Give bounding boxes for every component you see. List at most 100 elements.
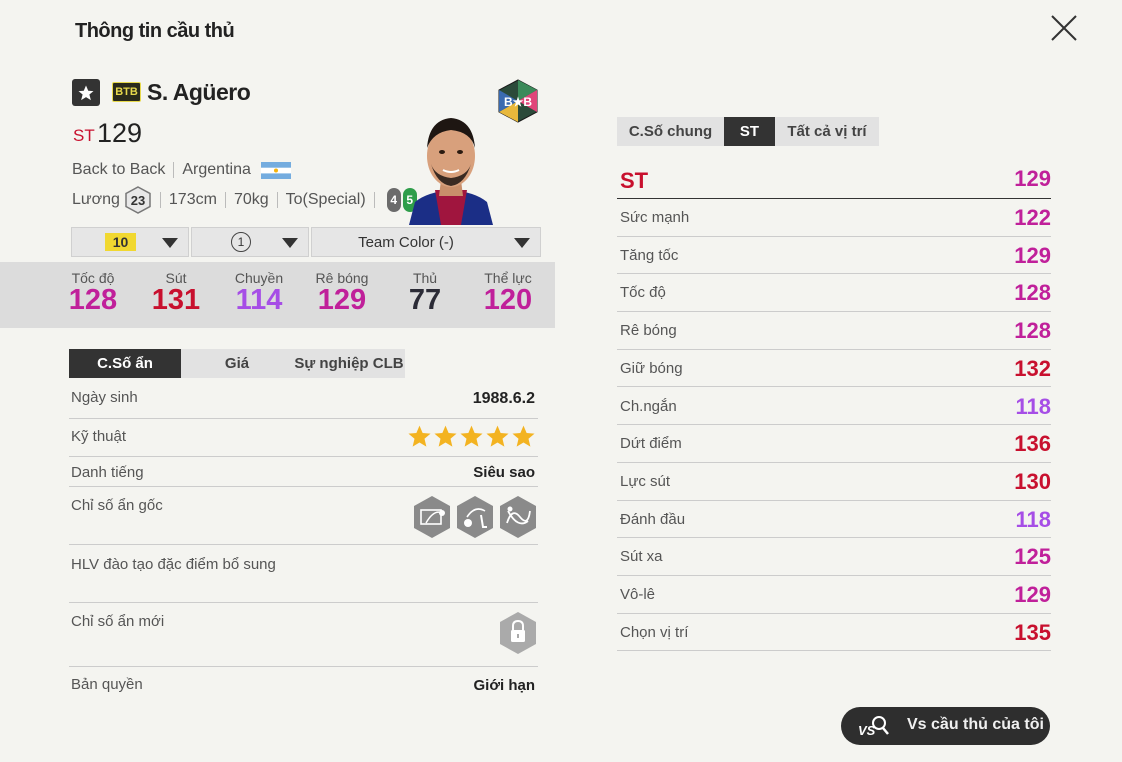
chevron-down-icon: [514, 238, 530, 248]
flair-passes-icon[interactable]: [498, 495, 538, 539]
position-stat-value: 129: [1014, 242, 1051, 268]
birth-value: 1988.6.2: [472, 390, 535, 407]
skill-star-icon: [512, 425, 535, 447]
position-stat-label: Sức mạnh: [620, 209, 690, 226]
outside-foot-shot-icon[interactable]: [455, 495, 495, 539]
position-stat-row: Tốc độ 128: [617, 274, 1051, 313]
position-stat-label: Giữ bóng: [620, 359, 683, 377]
position-stats-tabs: C.Số chung ST Tất cả vị trí: [617, 117, 879, 146]
info-tabs: C.Số ẩn Giá Sự nghiệp CLB: [69, 349, 405, 378]
position-stat-value: 129: [1014, 166, 1051, 191]
season-badge: BTB: [112, 82, 141, 102]
player-weight: 70kg: [233, 191, 269, 208]
license-label: Bản quyền: [71, 676, 143, 693]
salary-hex-icon: 23: [125, 186, 151, 214]
season-logo-text: B★B: [504, 95, 532, 109]
skill-stars: [407, 424, 536, 449]
new-traits-label: Chỉ số ẩn mới: [71, 613, 165, 630]
position-stat-value: 122: [1014, 205, 1051, 230]
position-stat-row: Đánh đầu 118: [617, 501, 1051, 539]
position-stat-label: Chọn vị trí: [620, 623, 689, 641]
position-stat-label: Lực sút: [620, 472, 671, 490]
body-type: To(Special): [285, 191, 366, 208]
position-rating-row: ST 129: [617, 160, 1051, 199]
close-icon[interactable]: [1048, 12, 1080, 44]
stat-dribbling: Rê bóng 129: [315, 270, 369, 316]
info-row-traits: Chỉ số ẩn gốc: [69, 487, 538, 545]
position-stat-value: 129: [1014, 582, 1051, 607]
info-row-license: Bản quyền Giới hạn: [69, 667, 538, 705]
stat-defending: Thủ 77: [408, 270, 442, 316]
position-stat-row: Tăng tốc 129: [617, 237, 1051, 275]
skill-star-icon: [434, 425, 457, 447]
position-stat-label: Ch.ngắn: [620, 397, 677, 415]
reputation-label: Danh tiếng: [71, 464, 144, 481]
player-position: ST: [73, 126, 95, 145]
vs-search-icon: VS: [858, 716, 889, 738]
position-stat-label: ST: [620, 168, 649, 193]
info-row-skill: Kỹ thuật: [69, 419, 538, 457]
position-stat-label: Tốc độ: [620, 284, 666, 302]
tab-position-st[interactable]: ST: [724, 117, 775, 146]
season-name: Back to Back: [72, 161, 166, 178]
info-row-birth: Ngày sinh 1988.6.2: [69, 380, 538, 419]
info-row-reputation: Danh tiếng Siêu sao: [69, 457, 538, 487]
salary-label: Lương: [72, 191, 120, 208]
chevron-down-icon: [282, 238, 298, 248]
position-stat-label: Sút xa: [620, 548, 663, 566]
salary-value: 23: [131, 193, 145, 208]
player-height: 173cm: [168, 191, 217, 208]
info-row-coach: HLV đào tạo đặc điểm bổ sung: [69, 545, 538, 603]
chip-shot-icon[interactable]: [412, 495, 452, 539]
position-stat-row: Ch.ngắn 118: [617, 388, 1051, 426]
position-stat-row: Sức mạnh 122: [617, 199, 1051, 237]
team-color-dropdown[interactable]: Team Color (-): [311, 227, 541, 257]
position-stat-row: Rê bóng 128: [617, 312, 1051, 350]
player-name: S. Agüero: [147, 79, 251, 105]
info-row-new-traits: Chỉ số ẩn mới: [69, 603, 538, 667]
position-stat-row: Chọn vị trí 135: [617, 614, 1051, 652]
position-stat-value: 118: [1015, 506, 1052, 532]
position-stat-value: 128: [1014, 318, 1051, 344]
skill-star-icon: [408, 425, 431, 447]
tab-club-career[interactable]: Sự nghiệp CLB: [293, 349, 405, 378]
skill-label: Kỹ thuật: [71, 428, 127, 445]
stat-physical: Thể lực 120: [483, 270, 533, 316]
argentina-flag-icon: [260, 161, 291, 179]
position-stat-value: 118: [1015, 393, 1052, 419]
position-stat-value: 135: [1014, 619, 1051, 645]
position-stat-label: Đánh đầu: [620, 510, 686, 528]
tab-general-stats[interactable]: C.Số chung: [617, 117, 724, 146]
compare-button[interactable]: VS Vs cầu thủ của tôi: [841, 707, 1050, 745]
tab-price[interactable]: Giá: [181, 349, 293, 378]
team-skill-value: 1: [231, 232, 251, 252]
stat-passing: Chuyền 114: [234, 270, 284, 316]
position-stat-value: 130: [1014, 468, 1051, 494]
tab-hidden-stats[interactable]: C.Số ẩn: [69, 349, 181, 378]
skill-star-icon: [486, 425, 509, 447]
chevron-down-icon: [162, 238, 178, 248]
position-stat-row: Sút xa 125: [617, 538, 1051, 576]
weak-foot-icon: 4: [386, 188, 401, 212]
stat-shooting: Sút 131: [151, 270, 201, 316]
position-stat-label: Rê bóng: [620, 322, 677, 340]
summary-stats-bar: Tốc độ 128 Sút 131 Chuyền 114 Rê bóng 129 Th…: [0, 262, 555, 328]
coach-label: HLV đào tạo đặc điểm bổ sung: [71, 556, 276, 573]
birth-label: Ngày sinh: [71, 389, 138, 406]
player-ovr: 129: [97, 118, 143, 148]
page-title: Thông tin cầu thủ: [75, 20, 235, 42]
traits-label: Chỉ số ẩn gốc: [71, 497, 163, 514]
player-physical-line: Lương 23 173cm 70kg To(Special) 4 5: [72, 186, 419, 214]
lock-icon[interactable]: [498, 611, 538, 655]
position-stat-value: 132: [1014, 355, 1051, 381]
tab-all-positions[interactable]: Tất cả vị trí: [775, 117, 879, 146]
position-stat-label: Tăng tốc: [620, 246, 679, 264]
upgrade-level-dropdown[interactable]: 10: [71, 227, 189, 257]
player-portrait: [409, 118, 493, 225]
team-skill-dropdown[interactable]: 1: [191, 227, 309, 257]
compare-button-label: Vs cầu thủ của tôi: [907, 716, 1044, 733]
favorite-star-icon[interactable]: [72, 79, 100, 106]
position-stat-value: 136: [1014, 431, 1051, 457]
upgrade-level-badge: 10: [105, 233, 136, 251]
position-stat-row: Lực sút 130: [617, 463, 1051, 501]
